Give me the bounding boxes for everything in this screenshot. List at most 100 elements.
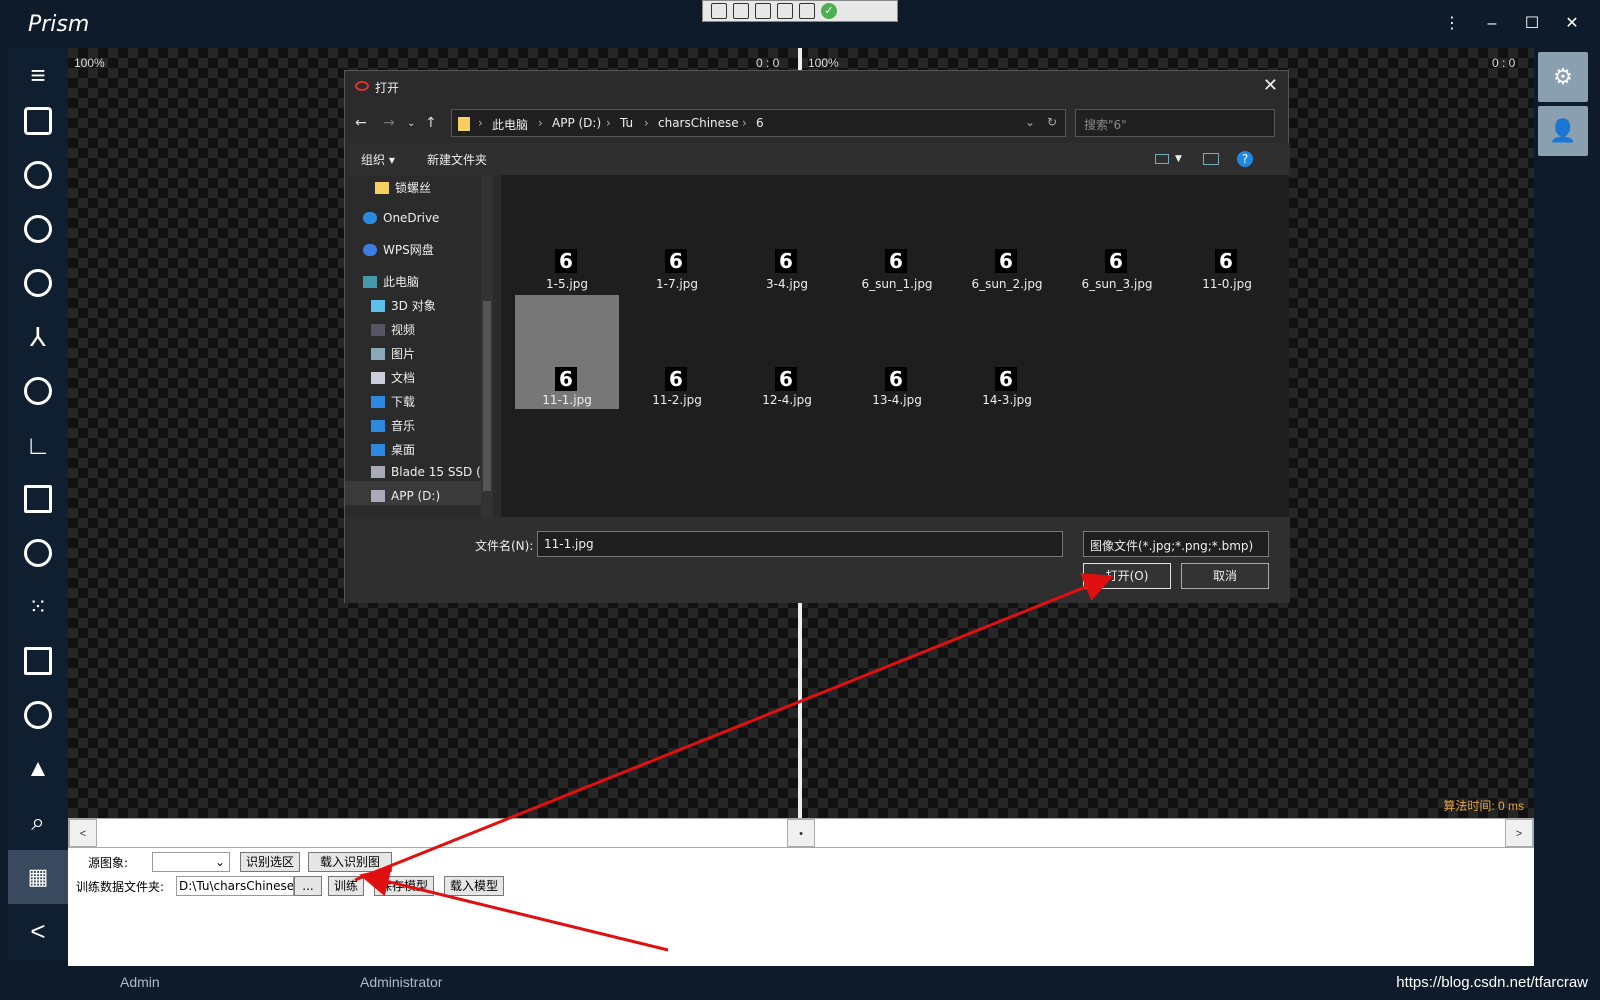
- circle-icon[interactable]: [8, 364, 68, 418]
- copy-icon[interactable]: [8, 634, 68, 688]
- scroll-left-button[interactable]: <: [69, 819, 97, 847]
- download-icon: [371, 396, 385, 408]
- back-icon[interactable]: ←: [355, 115, 367, 131]
- cube-icon: [371, 300, 385, 312]
- axes-icon[interactable]: ⅄: [8, 310, 68, 364]
- select-icon[interactable]: [711, 3, 727, 19]
- tree-item-5[interactable]: 视频: [371, 321, 415, 338]
- tree-item-7[interactable]: 文档: [371, 369, 415, 386]
- view-dropdown-icon[interactable]: ▼: [1175, 154, 1182, 164]
- inspect-icon[interactable]: [777, 3, 793, 19]
- load-recognize-button[interactable]: 载入识别图: [308, 852, 392, 872]
- minimize-button[interactable]: –: [1480, 12, 1504, 36]
- breadcrumb-2[interactable]: Tu: [620, 116, 633, 130]
- tree-item-4[interactable]: 3D 对象: [371, 297, 436, 314]
- user-icon[interactable]: 👤: [1538, 106, 1588, 156]
- more-menu-icon[interactable]: ⋮: [1440, 12, 1464, 36]
- settings-icon[interactable]: ⚙: [1538, 52, 1588, 102]
- tree-item-6[interactable]: 图片: [371, 345, 415, 362]
- up-icon[interactable]: ↑: [425, 115, 437, 131]
- rings-icon[interactable]: [8, 688, 68, 742]
- scroll-right-button[interactable]: >: [1505, 819, 1533, 847]
- recent-dropdown-icon[interactable]: ⌄: [407, 118, 415, 129]
- maximize-button[interactable]: ☐: [1520, 12, 1544, 36]
- file-type-select[interactable]: 图像文件(*.jpg;*.png;*.bmp): [1083, 531, 1269, 557]
- dialog-close-button[interactable]: ✕: [1263, 75, 1278, 96]
- right-ratio: 0 : 0: [1492, 56, 1516, 70]
- search-input[interactable]: 搜索"6": [1075, 109, 1275, 137]
- check-icon[interactable]: ✓: [821, 3, 837, 19]
- contrast-icon[interactable]: [8, 148, 68, 202]
- tree-item-8[interactable]: 下载: [371, 393, 415, 410]
- browse-button[interactable]: ...: [294, 876, 322, 896]
- address-bar[interactable]: › 此电脑 › APP (D:) › Tu › charsChinese › 6…: [451, 109, 1066, 137]
- folder-icon: [375, 182, 389, 194]
- file-item[interactable]: 6 11-0.jpg: [1175, 215, 1279, 329]
- forward-icon[interactable]: →: [383, 115, 395, 131]
- tree-scroll-thumb[interactable]: [483, 301, 491, 491]
- file-item[interactable]: 6 6_sun_3.jpg: [1065, 215, 1169, 329]
- tree-item-11[interactable]: Blade 15 SSD (: [371, 465, 481, 479]
- shapes-icon[interactable]: ▲: [8, 742, 68, 796]
- tree-item-12[interactable]: APP (D:): [371, 489, 440, 503]
- file-item[interactable]: 6 14-3.jpg: [955, 295, 1059, 409]
- file-item[interactable]: 6 13-4.jpg: [845, 295, 949, 409]
- view-icon[interactable]: [1155, 154, 1169, 164]
- file-item-selected[interactable]: 6 11-1.jpg: [515, 295, 619, 409]
- yin-yang-icon[interactable]: [8, 202, 68, 256]
- video-icon: [371, 324, 385, 336]
- train-folder-input[interactable]: D:\Tu\charsChinese\: [176, 876, 294, 896]
- breadcrumb-4[interactable]: 6: [756, 116, 764, 130]
- organize-button[interactable]: 组织 ▾: [361, 151, 395, 168]
- thumbnail: 6: [665, 367, 687, 391]
- breadcrumb-3[interactable]: charsChinese: [658, 116, 739, 130]
- close-button[interactable]: ✕: [1560, 12, 1584, 36]
- breadcrumb-0[interactable]: 此电脑: [492, 116, 528, 133]
- dots-icon[interactable]: ⁙: [8, 580, 68, 634]
- report-icon[interactable]: [8, 472, 68, 526]
- source-select[interactable]: ⌄: [152, 852, 230, 872]
- tree-item-1[interactable]: OneDrive: [363, 211, 439, 225]
- right-zoom: 100%: [808, 56, 839, 70]
- frame-icon[interactable]: [755, 3, 771, 19]
- floating-toolbar: ✓: [702, 0, 898, 22]
- tree-item-0[interactable]: 锁螺丝: [375, 179, 431, 196]
- left-ratio: 0 : 0: [756, 56, 780, 70]
- filename-input[interactable]: 11-1.jpg: [537, 531, 1063, 557]
- load-model-button[interactable]: 载入模型: [444, 876, 504, 896]
- cancel-button[interactable]: 取消: [1181, 563, 1269, 589]
- open-file-dialog: 打开 ✕ ← → ⌄ ↑ › 此电脑 › APP (D:) › Tu › cha…: [344, 70, 1290, 603]
- scroll-thumb[interactable]: •: [787, 819, 815, 847]
- tree-scrollbar[interactable]: [481, 175, 493, 517]
- chevron-down-icon[interactable]: ⌄: [1025, 115, 1035, 129]
- fingerprint-icon[interactable]: [8, 526, 68, 580]
- thumbnail: 6: [775, 367, 797, 391]
- angle-icon[interactable]: ∟: [8, 418, 68, 472]
- file-item[interactable]: 6 12-4.jpg: [735, 295, 839, 409]
- drive-icon: [371, 466, 385, 478]
- open-button[interactable]: 打开(O): [1083, 563, 1171, 589]
- target-icon[interactable]: [8, 256, 68, 310]
- breadcrumb-1[interactable]: APP (D:): [552, 116, 601, 130]
- preview-pane-icon[interactable]: [1203, 153, 1219, 165]
- pointer-icon[interactable]: [733, 3, 749, 19]
- tree-item-2[interactable]: WPS网盘: [363, 241, 434, 258]
- grid-icon[interactable]: ▦: [8, 850, 68, 904]
- folder-icon: [458, 117, 470, 131]
- train-button[interactable]: 训练: [328, 876, 364, 896]
- search-shapes-icon[interactable]: ⌕: [8, 796, 68, 850]
- refresh-icon[interactable]: ↻: [1047, 115, 1057, 129]
- horizontal-scrollbar[interactable]: < • >: [68, 818, 1534, 848]
- thumbnail: 6: [1215, 249, 1237, 273]
- save-model-button[interactable]: 保存模型: [374, 876, 434, 896]
- camera-icon[interactable]: [8, 94, 68, 148]
- file-item[interactable]: 6 11-2.jpg: [625, 295, 729, 409]
- new-folder-button[interactable]: 新建文件夹: [427, 151, 487, 168]
- tree-item-10[interactable]: 桌面: [371, 441, 415, 458]
- recognize-region-button[interactable]: 识别选区: [240, 852, 300, 872]
- broadcast-icon[interactable]: [799, 3, 815, 19]
- collapse-icon[interactable]: <: [8, 904, 68, 958]
- tree-item-3[interactable]: 此电脑: [363, 273, 419, 290]
- help-icon[interactable]: ?: [1237, 151, 1253, 167]
- tree-item-9[interactable]: 音乐: [371, 417, 415, 434]
